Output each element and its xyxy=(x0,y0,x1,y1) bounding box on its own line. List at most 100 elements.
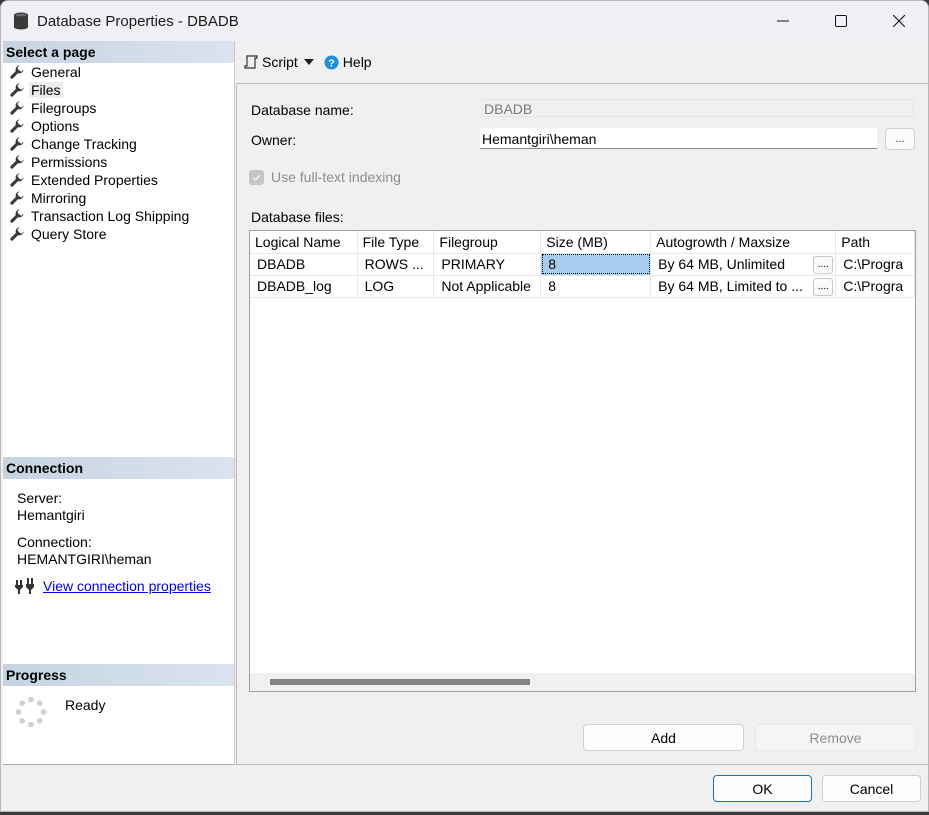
minimize-button[interactable] xyxy=(754,1,812,41)
select-page-header: Select a page xyxy=(3,41,234,63)
page-list: General Files Filegroups Options Change Trac… xyxy=(3,63,234,243)
database-files-grid: Logical Name File Type Filegroup Size (M… xyxy=(249,230,916,692)
help-label: Help xyxy=(342,54,372,70)
autogrowth-edit-button[interactable]: .... xyxy=(813,255,834,274)
page-item-transaction-log-shipping[interactable]: Transaction Log Shipping xyxy=(3,207,234,225)
script-icon xyxy=(244,55,258,69)
page-item-permissions[interactable]: Permissions xyxy=(3,153,234,171)
wrench-icon xyxy=(10,191,24,205)
page-item-label: General xyxy=(31,64,81,80)
file-type-cell[interactable]: LOG xyxy=(357,275,435,298)
progress-spinner-icon xyxy=(15,696,47,728)
grid-header-row: Logical Name File Type Filegroup Size (M… xyxy=(250,231,915,254)
help-button[interactable]: ? Help xyxy=(324,54,372,70)
page-item-query-store[interactable]: Query Store xyxy=(3,225,234,243)
autogrowth-value: By 64 MB, Limited to ... xyxy=(658,278,803,294)
checkbox-box xyxy=(249,169,264,185)
page-item-label: Mirroring xyxy=(31,190,87,206)
script-dropdown[interactable] xyxy=(303,59,318,65)
page-item-filegroups[interactable]: Filegroups xyxy=(3,99,234,117)
connection-header: Connection xyxy=(3,457,234,479)
database-files-label: Database files: xyxy=(251,209,344,225)
connection-label: Connection: xyxy=(17,534,92,550)
fulltext-indexing-checkbox[interactable]: Use full-text indexing xyxy=(249,169,401,185)
column-header-size[interactable]: Size (MB) xyxy=(540,231,652,254)
column-header-logical-name[interactable]: Logical Name xyxy=(250,231,358,254)
page-item-files[interactable]: Files xyxy=(3,81,234,99)
remove-button[interactable]: Remove xyxy=(755,724,916,751)
database-name-field: DBADB xyxy=(481,99,914,117)
wrench-icon xyxy=(10,101,24,115)
path-cell[interactable]: C:\Progra xyxy=(835,275,915,298)
owner-browse-button[interactable]: ... xyxy=(885,128,915,150)
column-header-filegroup[interactable]: Filegroup xyxy=(433,231,542,254)
wrench-icon xyxy=(10,119,24,133)
filegroup-cell[interactable]: PRIMARY xyxy=(433,253,542,276)
owner-label: Owner: xyxy=(251,132,297,148)
progress-header: Progress xyxy=(3,664,234,686)
path-cell[interactable]: C:\Progra xyxy=(835,253,915,276)
script-button[interactable]: Script xyxy=(244,54,298,70)
logical-name-cell[interactable]: DBADB_log xyxy=(250,275,358,298)
autogrowth-cell[interactable]: By 64 MB, Limited to ... .... xyxy=(650,275,837,298)
column-header-path[interactable]: Path xyxy=(835,231,915,254)
size-cell[interactable]: 8 xyxy=(540,253,652,276)
svg-text:?: ? xyxy=(328,58,334,69)
wrench-icon xyxy=(10,227,24,241)
window-title: Database Properties - DBADB xyxy=(37,12,239,30)
server-value: Hemantgiri xyxy=(17,507,85,523)
autogrowth-value: By 64 MB, Unlimited xyxy=(658,256,785,272)
autogrowth-edit-button[interactable]: .... xyxy=(813,277,834,296)
database-name-label: Database name: xyxy=(251,102,354,118)
page-item-extended-properties[interactable]: Extended Properties xyxy=(3,171,234,189)
minimize-icon xyxy=(777,20,789,22)
help-icon: ? xyxy=(324,54,339,70)
server-label: Server: xyxy=(17,490,63,506)
maximize-button[interactable] xyxy=(812,1,870,41)
ok-button[interactable]: OK xyxy=(713,775,812,802)
table-row[interactable]: DBADB_log LOG Not Applicable 8 By 64 MB,… xyxy=(250,275,915,298)
view-connection-properties-link[interactable]: View connection properties xyxy=(43,578,211,594)
wrench-icon xyxy=(10,65,24,79)
cancel-button[interactable]: Cancel xyxy=(822,775,921,802)
title-bar: Database Properties - DBADB xyxy=(1,1,928,41)
column-header-autogrowth[interactable]: Autogrowth / Maxsize xyxy=(650,231,837,254)
page-item-label: Change Tracking xyxy=(31,136,137,152)
chevron-down-icon xyxy=(303,59,314,65)
horizontal-scrollbar[interactable] xyxy=(250,673,915,691)
page-item-general[interactable]: General xyxy=(3,63,234,81)
toolbar: Script ? Help xyxy=(236,41,928,84)
wrench-icon xyxy=(10,173,24,187)
page-item-label: Extended Properties xyxy=(31,172,158,188)
wrench-icon xyxy=(10,137,24,151)
page-item-label: Query Store xyxy=(31,226,107,242)
page-item-label: Permissions xyxy=(31,154,108,170)
wrench-icon xyxy=(10,209,24,223)
size-cell[interactable]: 8 xyxy=(540,275,652,298)
column-header-file-type[interactable]: File Type xyxy=(357,231,435,254)
page-item-mirroring[interactable]: Mirroring xyxy=(3,189,234,207)
wrench-icon xyxy=(10,155,24,169)
owner-input[interactable] xyxy=(480,128,877,149)
wrench-icon xyxy=(10,83,24,97)
page-item-label: Options xyxy=(31,118,80,134)
add-button[interactable]: Add xyxy=(583,724,744,751)
database-icon xyxy=(14,12,28,30)
fulltext-indexing-label: Use full-text indexing xyxy=(271,169,401,185)
close-button[interactable] xyxy=(870,1,928,41)
table-row[interactable]: DBADB ROWS ... PRIMARY 8 By 64 MB, Unlim… xyxy=(250,253,915,276)
files-page: Database name: DBADB Owner: ... Use full… xyxy=(236,85,928,765)
autogrowth-cell[interactable]: By 64 MB, Unlimited .... xyxy=(650,253,837,276)
left-pane: Select a page General Files Filegroups Opti… xyxy=(3,41,235,765)
page-item-change-tracking[interactable]: Change Tracking xyxy=(3,135,234,153)
database-properties-dialog: Database Properties - DBADB Select a pag… xyxy=(0,0,929,812)
page-item-options[interactable]: Options xyxy=(3,117,234,135)
horizontal-scrollbar-thumb[interactable] xyxy=(270,679,530,685)
logical-name-cell[interactable]: DBADB xyxy=(250,253,358,276)
page-item-label: Transaction Log Shipping xyxy=(31,208,190,224)
filegroup-cell[interactable]: Not Applicable xyxy=(433,275,542,298)
page-item-label: Files xyxy=(29,82,63,98)
maximize-icon xyxy=(835,15,847,27)
file-type-cell[interactable]: ROWS ... xyxy=(357,253,435,276)
view-connection-properties[interactable]: View connection properties xyxy=(15,578,211,594)
